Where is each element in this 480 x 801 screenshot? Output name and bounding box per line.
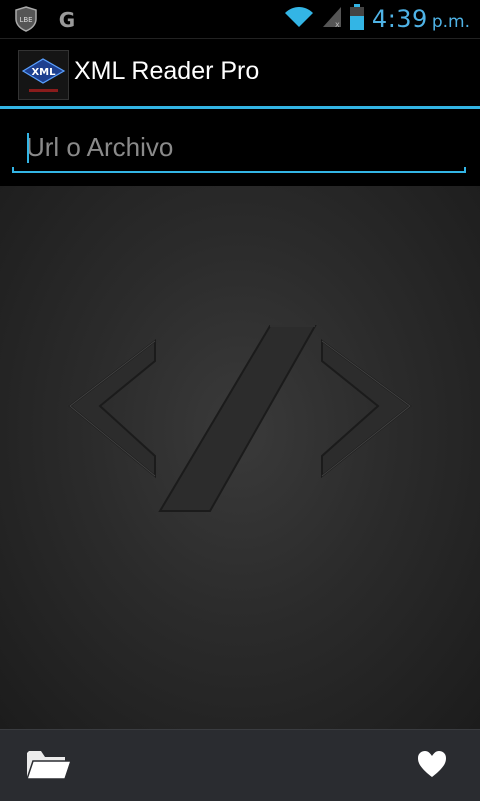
open-folder-button[interactable]: [22, 744, 74, 788]
text-cursor: [27, 133, 29, 163]
heart-icon: [417, 750, 447, 782]
clock: 4:39 p.m.: [372, 5, 470, 33]
code-brackets-icon: [60, 316, 420, 516]
signal-icon: x: [322, 5, 342, 33]
main-content: [0, 186, 480, 729]
svg-text:XML: XML: [31, 67, 56, 78]
favorites-button[interactable]: [406, 744, 458, 788]
app-logo-icon[interactable]: XML: [18, 50, 69, 100]
url-input-area: [0, 109, 480, 186]
battery-icon: [349, 4, 364, 34]
status-bar: LBE G x 4:39 p.m.: [0, 0, 480, 39]
url-input[interactable]: [12, 125, 466, 169]
bottom-bar: [0, 729, 480, 801]
clock-ampm: p.m.: [431, 12, 470, 32]
shield-icon: LBE: [14, 6, 38, 36]
app-title: XML Reader Pro: [74, 57, 260, 85]
folder-icon: [25, 747, 73, 785]
input-underline: [12, 167, 466, 173]
wifi-icon: [284, 5, 314, 33]
action-bar: XML XML Reader Pro: [0, 39, 480, 106]
clock-time: 4:39: [371, 5, 428, 33]
svg-text:LBE: LBE: [19, 16, 32, 24]
g-logo-icon: G: [56, 8, 78, 34]
svg-text:x: x: [335, 20, 340, 29]
svg-text:G: G: [59, 8, 75, 30]
